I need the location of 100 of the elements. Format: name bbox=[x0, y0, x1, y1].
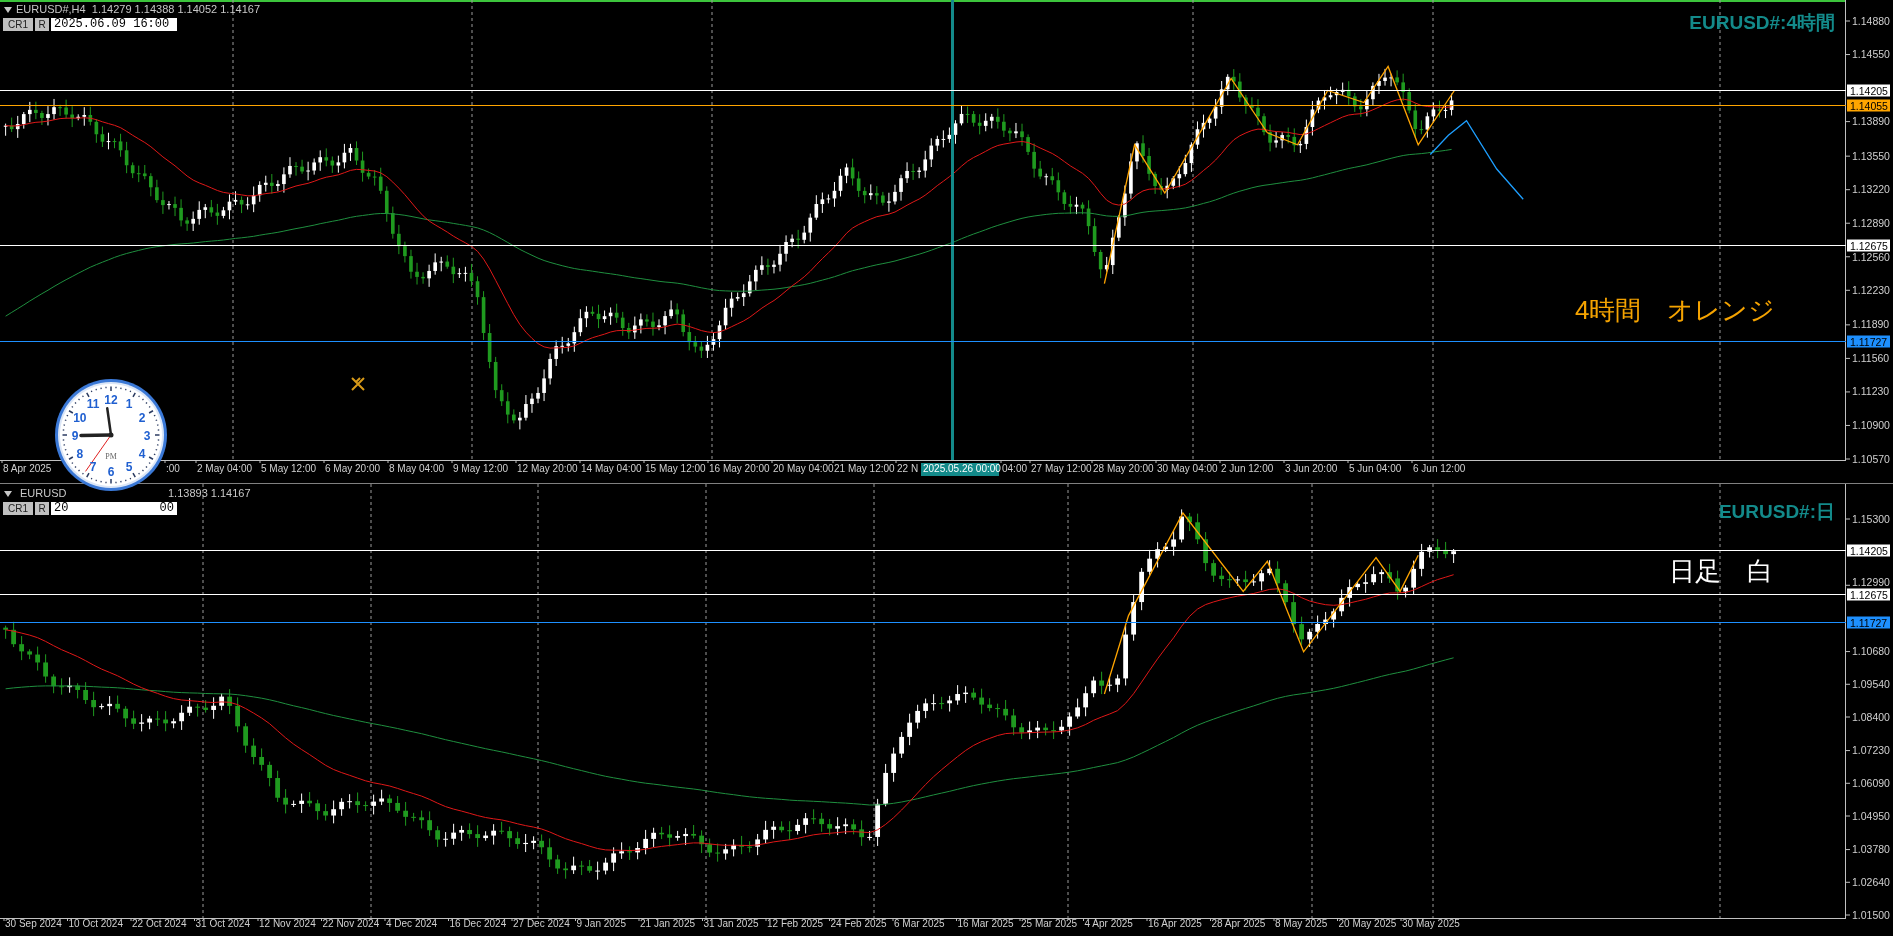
price-tick-label: 1.15300 bbox=[1852, 512, 1890, 525]
time-axis-label: 2 May 04:00 bbox=[197, 463, 253, 474]
price-level-label: 1.11727 bbox=[1847, 335, 1890, 348]
time-axis-label: 8 May 04:00 bbox=[389, 463, 445, 474]
price-tick-label: 1.10570 bbox=[1852, 452, 1890, 465]
time-axis-label: 22 Nov 2024 bbox=[322, 918, 380, 929]
chart-button[interactable]: CR1 bbox=[3, 18, 33, 31]
clock-numeral: 7 bbox=[89, 459, 97, 474]
time-axis-label: 04:00 bbox=[1002, 463, 1028, 474]
clock-numeral: 12 bbox=[104, 392, 118, 407]
time-axis-label: 28 Apr 2025 bbox=[1211, 918, 1266, 929]
time-axis-label: 31 Jan 2025 bbox=[703, 918, 759, 929]
price-tick-label: 1.11560 bbox=[1852, 351, 1890, 364]
time-axis-label: 16 May 20:00 bbox=[709, 463, 770, 474]
time-axis-label: 16 Mar 2025 bbox=[957, 918, 1014, 929]
time-axis-label: 4 Dec 2024 bbox=[386, 918, 438, 929]
time-axis-label: 9 May 12:00 bbox=[453, 463, 509, 474]
time-axis-label: 30 May 2025 bbox=[1402, 918, 1460, 929]
clock-numeral: 3 bbox=[143, 428, 151, 443]
price-tick-label: 1.12230 bbox=[1852, 283, 1890, 296]
time-axis-label: 5 May 12:00 bbox=[261, 463, 317, 474]
time-axis-label: 15 May 12:00 bbox=[645, 463, 706, 474]
time-axis-label: 14 May 04:00 bbox=[581, 463, 642, 474]
price-tick-label: 1.10900 bbox=[1852, 418, 1890, 431]
price-tick-label: 1.11230 bbox=[1852, 385, 1890, 398]
time-axis-label: 27 Dec 2024 bbox=[513, 918, 570, 929]
price-tick-label: 1.10680 bbox=[1852, 645, 1890, 658]
time-axis-label: 31 Oct 2024 bbox=[195, 918, 250, 929]
chart-title: EURUSD#:4時間 bbox=[1689, 11, 1835, 35]
price-tick-label: 1.08400 bbox=[1852, 710, 1890, 723]
time-axis-label: 2 Jun 12:00 bbox=[1221, 463, 1274, 474]
time-axis-label: 20 May 04:00 bbox=[773, 463, 834, 474]
time-axis-label: :00 bbox=[166, 463, 180, 474]
time-axis-label: 12 Feb 2025 bbox=[767, 918, 824, 929]
symbol-info-text: EURUSD bbox=[20, 486, 67, 500]
time-axis-label: 22 Oct 2024 bbox=[132, 918, 187, 929]
price-tick-label: 1.04950 bbox=[1852, 809, 1890, 822]
price-tick-label: 1.09540 bbox=[1852, 677, 1890, 690]
chart-title: EURUSD#:日 bbox=[1718, 500, 1835, 524]
time-axis-label: 21 Jan 2025 bbox=[640, 918, 696, 929]
price-level-label: 1.14205 bbox=[1847, 544, 1890, 557]
price-tick-label: 1.13890 bbox=[1852, 115, 1890, 128]
time-axis-label: 6 Jun 12:00 bbox=[1413, 463, 1466, 474]
symbol-info-text: 1.13893 1.14167 bbox=[168, 486, 251, 500]
chart-button[interactable]: R bbox=[35, 502, 49, 515]
symbol-info-text: EURUSD#,H4 1.14279 1.14388 1.14052 1.14167 bbox=[16, 2, 260, 16]
clock-numeral: 4 bbox=[138, 446, 146, 461]
chart-button[interactable]: CR1 bbox=[3, 502, 33, 515]
clock-numeral: 2 bbox=[138, 410, 146, 425]
time-axis-label: 5 Jun 04:00 bbox=[1349, 463, 1402, 474]
price-level-label: 1.14205 bbox=[1847, 84, 1890, 97]
price-level-label: 1.14055 bbox=[1847, 99, 1890, 112]
time-axis-label: 12 May 20:00 bbox=[517, 463, 578, 474]
time-axis-label: 10 Oct 2024 bbox=[68, 918, 123, 929]
price-tick-label: 1.11890 bbox=[1852, 318, 1890, 331]
price-tick-label: 1.02640 bbox=[1852, 875, 1890, 888]
clock-numeral: 10 bbox=[73, 410, 87, 425]
chart-note: 4時間 オレンジ bbox=[1575, 294, 1776, 327]
clock-numeral: 9 bbox=[71, 428, 79, 443]
date-field[interactable]: 20 00 bbox=[51, 502, 177, 515]
time-axis-label: 24 Feb 2025 bbox=[830, 918, 887, 929]
price-tick-label: 1.12560 bbox=[1852, 251, 1890, 263]
time-axis-label: 16 Dec 2024 bbox=[449, 918, 507, 929]
clock-numeral: 8 bbox=[76, 446, 84, 461]
time-axis-label: 4 Apr 2025 bbox=[1084, 918, 1133, 929]
price-tick-label: 1.01500 bbox=[1852, 908, 1890, 921]
time-axis-label: 6 Mar 2025 bbox=[894, 918, 945, 929]
price-tick-label: 1.07230 bbox=[1852, 744, 1890, 757]
clock-meridiem: PM bbox=[105, 452, 117, 461]
time-axis-label: 3 Jun 20:00 bbox=[1285, 463, 1338, 474]
time-axis-label: 20 May 2025 bbox=[1338, 918, 1397, 929]
price-tick-label: 1.14880 bbox=[1852, 14, 1890, 27]
price-level-label: 1.12675 bbox=[1847, 588, 1890, 601]
price-level-label: 1.12675 bbox=[1847, 239, 1890, 252]
time-axis-label: 30 May 04:00 bbox=[1157, 463, 1218, 474]
price-tick-label: 1.03780 bbox=[1852, 843, 1890, 856]
price-level-label: 1.11727 bbox=[1847, 616, 1890, 629]
price-tick-label: 1.13550 bbox=[1852, 149, 1890, 162]
time-axis-label: 6 May 20:00 bbox=[325, 463, 381, 474]
time-axis-label: 30 Sep 2024 bbox=[5, 918, 62, 929]
clock-numeral: 1 bbox=[125, 397, 133, 412]
time-axis-label: 16 Apr 2025 bbox=[1148, 918, 1202, 929]
chart-button[interactable]: R bbox=[35, 18, 49, 31]
time-axis-label: 12 Nov 2024 bbox=[259, 918, 316, 929]
clock-numeral: 5 bbox=[125, 459, 133, 474]
price-tick-label: 1.14550 bbox=[1852, 48, 1890, 61]
clock-numeral: 6 bbox=[107, 464, 115, 479]
time-axis-label: 27 May 12:00 bbox=[1031, 463, 1092, 474]
price-tick-label: 1.12890 bbox=[1852, 216, 1890, 229]
time-axis-label: 8 May 2025 bbox=[1275, 918, 1328, 929]
price-tick-label: 1.13220 bbox=[1852, 183, 1890, 196]
time-axis-label: 9 Jan 2025 bbox=[576, 918, 626, 929]
price-tick-label: 1.06090 bbox=[1852, 776, 1890, 789]
time-axis-label: 21 May 12:00 bbox=[834, 463, 895, 474]
time-axis-label: 25 Mar 2025 bbox=[1021, 918, 1078, 929]
date-field[interactable]: 2025.06.09 16:00 bbox=[51, 18, 177, 31]
time-axis-label: 22 N bbox=[897, 463, 919, 474]
price-tick-label: 1.12990 bbox=[1852, 576, 1890, 588]
clock-numeral: 11 bbox=[86, 397, 100, 412]
chart-note: 日足 白 bbox=[1669, 555, 1773, 588]
